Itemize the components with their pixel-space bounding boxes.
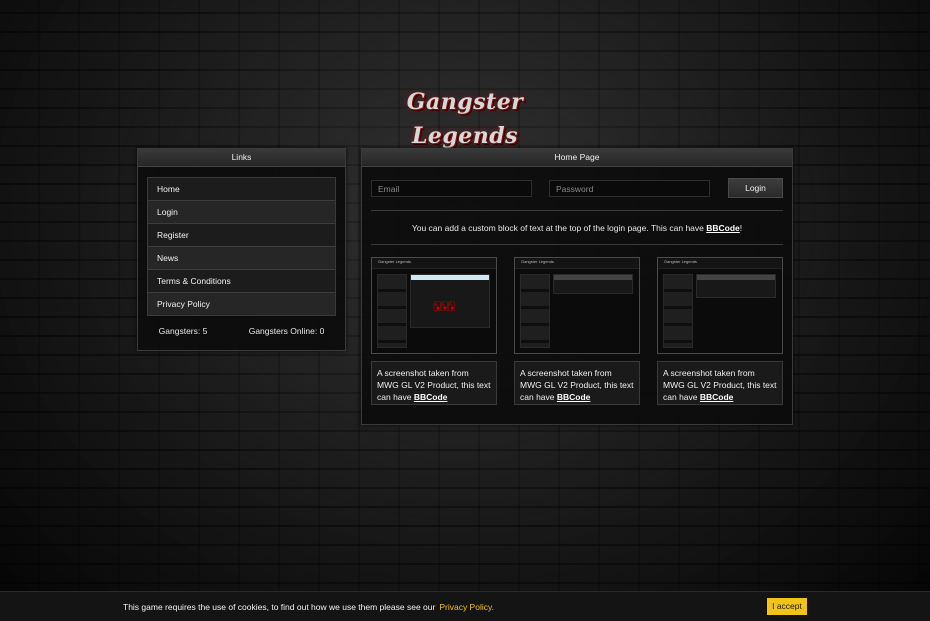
email-input[interactable]: Email: [371, 179, 532, 197]
caption-bbcode-link[interactable]: BBCode: [700, 392, 734, 402]
gangsters-count: Gangsters: 5: [158, 326, 208, 336]
mini-logo: Gangster Legends: [521, 259, 554, 264]
bbcode-link[interactable]: BBCode: [706, 223, 740, 233]
login-button[interactable]: Login: [728, 178, 783, 198]
screenshot-caption: A screenshot taken from MWG GL V2 Produc…: [514, 361, 640, 405]
screenshot-caption: A screenshot taken from MWG GL V2 Produc…: [657, 361, 783, 405]
links-panel: Links Home Login Register News Terms & C…: [137, 148, 346, 351]
password-input[interactable]: Password: [549, 179, 710, 197]
screenshot-card: Gangster Legends A screenshot taken from…: [514, 257, 640, 405]
home-panel: Home Page Email Password Login You can a…: [361, 148, 793, 425]
screenshot-gallery: Gangster Legends 🂡🂱🃁 A screenshot taken …: [371, 257, 783, 405]
nav-item-login[interactable]: Login: [148, 201, 335, 224]
cookie-text: This game requires the use of cookies, t…: [123, 601, 436, 612]
site-logo[interactable]: Gangster Legends: [387, 85, 543, 149]
screenshot-card: Gangster Legends 🂡🂱🃁 A screenshot taken …: [371, 257, 497, 405]
nav-item-terms[interactable]: Terms & Conditions: [148, 270, 335, 293]
divider: [371, 210, 783, 211]
screenshot-image[interactable]: Gangster Legends 🂡🂱🃁: [371, 257, 497, 354]
player-stats: Gangsters: 5 Gangsters Online: 0: [138, 326, 345, 336]
screenshot-image[interactable]: Gangster Legends: [657, 257, 783, 354]
cards-icon: 🂡🂱🃁: [433, 302, 456, 311]
caption-bbcode-link[interactable]: BBCode: [557, 392, 591, 402]
cookie-bar: This game requires the use of cookies, t…: [0, 591, 930, 621]
screenshot-image[interactable]: Gangster Legends: [514, 257, 640, 354]
accept-cookies-button[interactable]: I accept: [767, 598, 807, 615]
nav-list: Home Login Register News Terms & Conditi…: [147, 177, 336, 316]
divider: [371, 244, 783, 245]
mini-logo: Gangster Legends: [378, 259, 411, 264]
login-form: Email Password Login: [371, 178, 783, 198]
nav-item-home[interactable]: Home: [148, 178, 335, 201]
custom-text: You can add a custom block of text at th…: [411, 223, 704, 233]
caption-bbcode-link[interactable]: BBCode: [414, 392, 448, 402]
links-panel-title: Links: [138, 149, 345, 167]
nav-item-news[interactable]: News: [148, 247, 335, 270]
screenshot-card: Gangster Legends A screenshot taken from…: [657, 257, 783, 405]
custom-text-suffix: !: [739, 223, 743, 233]
nav-item-register[interactable]: Register: [148, 224, 335, 247]
custom-text-block: You can add a custom block of text at th…: [362, 223, 792, 233]
privacy-policy-link[interactable]: Privacy Policy.: [439, 602, 494, 612]
nav-item-privacy[interactable]: Privacy Policy: [148, 293, 335, 315]
screenshot-caption: A screenshot taken from MWG GL V2 Produc…: [371, 361, 497, 405]
mini-logo: Gangster Legends: [664, 259, 697, 264]
gangsters-online-count: Gangsters Online: 0: [248, 326, 325, 336]
home-panel-title: Home Page: [362, 149, 792, 167]
